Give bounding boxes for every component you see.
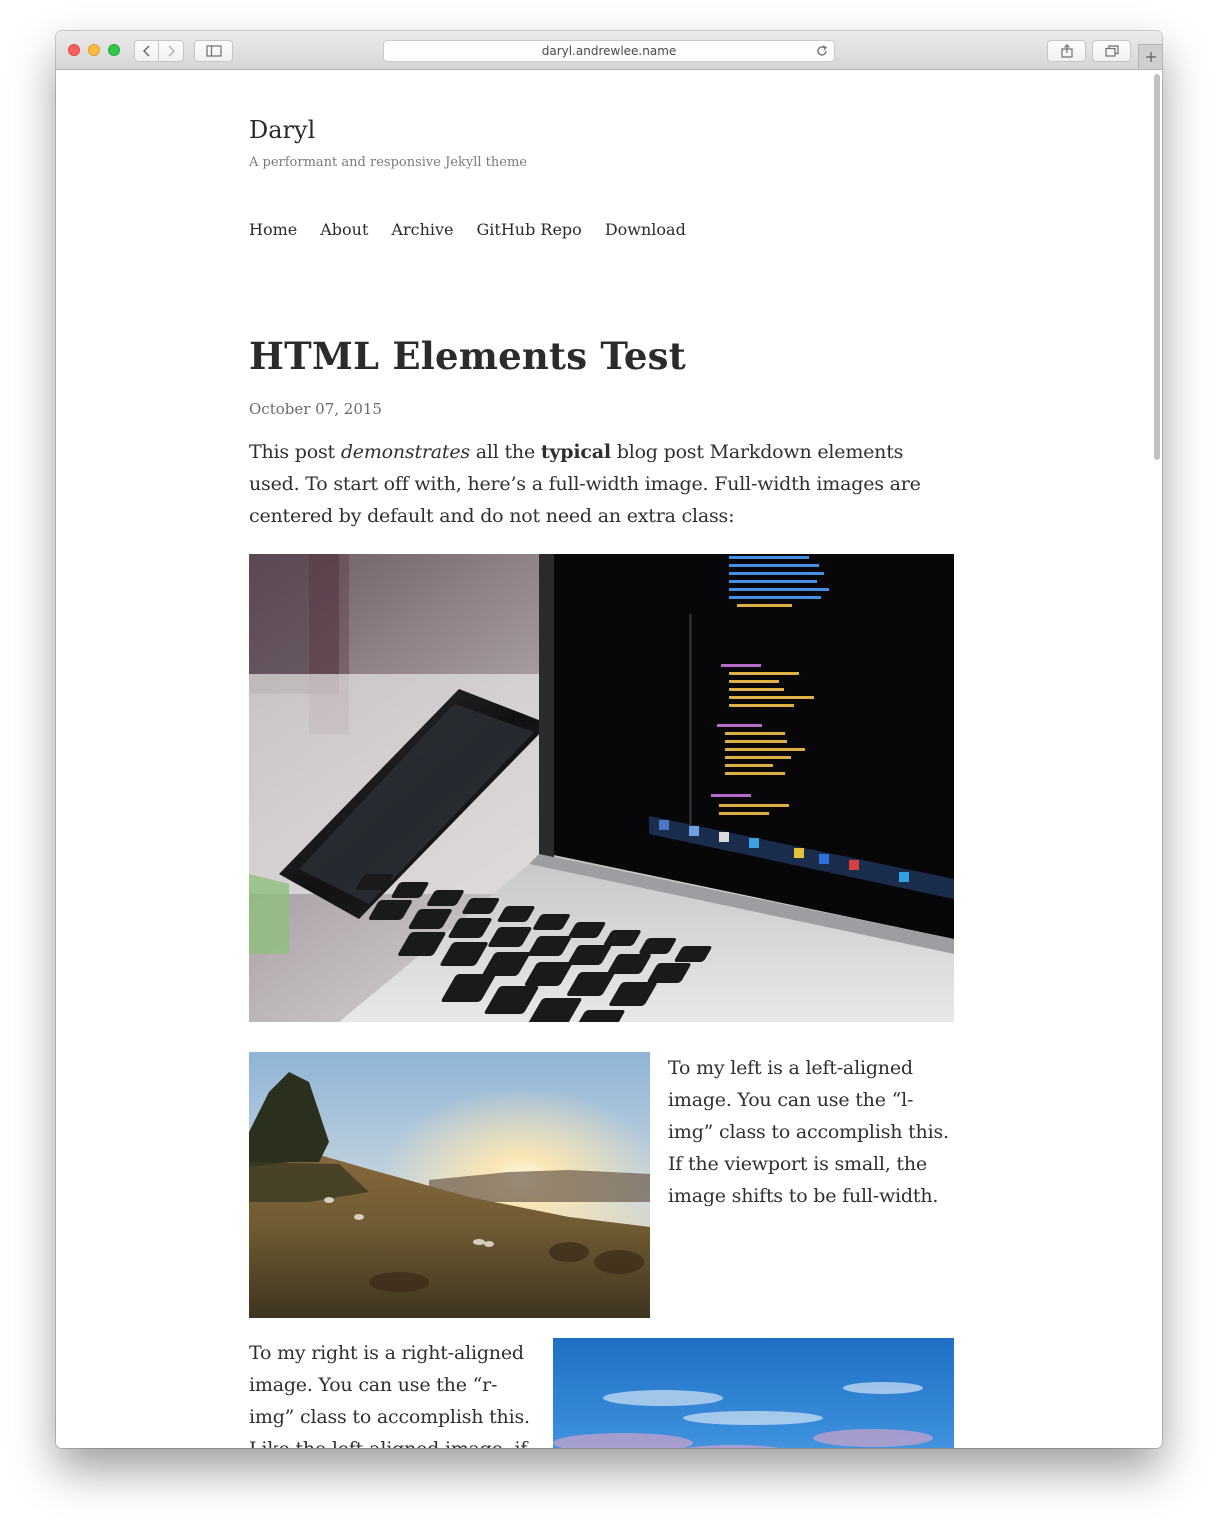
site-nav: Home About Archive GitHub Repo Download [249,220,686,239]
nav-archive[interactable]: Archive [391,220,453,239]
share-button[interactable] [1047,40,1086,62]
left-image-caption: To my left is a left-aligned image. You … [668,1057,949,1207]
back-button[interactable] [134,40,159,62]
reload-icon[interactable] [815,44,829,58]
close-window-button[interactable] [68,44,80,56]
browser-window: daryl.andrewlee.name Daryl A performant … [56,31,1162,1448]
sunset-hills-photo [249,1052,650,1318]
intro-emphasis: demonstrates [340,441,470,463]
share-icon [1060,44,1073,58]
intro-strong: typical [540,441,611,463]
laptop-photo [249,554,954,1022]
back-icon [142,45,150,57]
nav-home[interactable]: Home [249,220,297,239]
url-text: daryl.andrewlee.name [541,44,677,58]
intro-text-1: This post [249,441,341,463]
address-bar[interactable]: daryl.andrewlee.name [383,40,835,62]
right-image-caption: To my right is a right-aligned image. Yo… [249,1342,530,1448]
browser-toolbar: daryl.andrewlee.name [56,31,1162,70]
page-viewport: Daryl A performant and responsive Jekyll… [56,70,1162,1448]
nav-github-repo[interactable]: GitHub Repo [477,220,582,239]
sidebar-icon [205,45,222,57]
full-width-image [249,554,954,1022]
site-tagline: A performant and responsive Jekyll theme [249,155,527,170]
nav-about[interactable]: About [320,220,368,239]
intro-text-2: all the [469,441,541,463]
zoom-window-button[interactable] [108,44,120,56]
post-title: HTML Elements Test [249,334,686,378]
plus-icon [1145,52,1156,62]
forward-button[interactable] [158,40,184,62]
vertical-scrollbar[interactable] [1154,74,1160,460]
tabs-overview-button[interactable] [1092,40,1131,62]
minimize-window-button[interactable] [88,44,100,56]
left-aligned-image [249,1052,650,1318]
new-tab-button[interactable] [1138,44,1162,69]
tabs-icon [1104,45,1119,57]
sky-photo [553,1338,954,1448]
post-date: October 07, 2015 [249,400,382,418]
nav-download[interactable]: Download [605,220,686,239]
sidebar-button[interactable] [194,40,233,62]
post-intro: This post demonstrates all the typical b… [249,436,954,532]
right-aligned-image [553,1338,954,1448]
site-title[interactable]: Daryl [249,116,315,144]
forward-icon [168,45,176,57]
